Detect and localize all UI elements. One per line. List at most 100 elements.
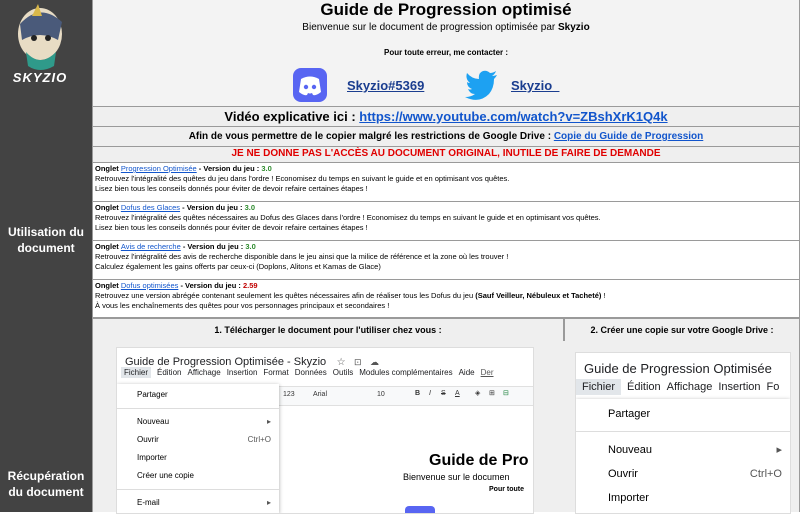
menu-item-partager[interactable]: Partager bbox=[117, 386, 279, 404]
contact-label: Pour toute erreur, me contacter : bbox=[383, 48, 509, 57]
menu-affichage[interactable]: Affichage bbox=[667, 381, 713, 393]
submenu-arrow-icon: ▸ bbox=[266, 498, 271, 507]
entry-avis-recherche: Onglet Avis de recherche - Version du je… bbox=[92, 241, 800, 280]
page-subtitle: Bienvenue sur le document de progression… bbox=[93, 22, 799, 33]
copy-row: Afin de vous permettre de le copier malg… bbox=[92, 127, 800, 147]
menu-separator bbox=[117, 408, 279, 409]
doc-title: Guide de Progression Optimisée - Skyzio bbox=[125, 356, 327, 368]
menu-insertion[interactable]: Insertion bbox=[718, 381, 760, 393]
version-badge: 3.0 bbox=[244, 203, 256, 212]
version-badge: 2.59 bbox=[242, 281, 258, 290]
menu-item-ouvrir[interactable]: Ouvrir Ctrl+O bbox=[576, 462, 790, 486]
tab-link-dofus-optimisees[interactable]: Dofus optimisées bbox=[121, 281, 179, 290]
menu-fichier[interactable]: Fichier bbox=[121, 367, 152, 378]
menu-donnees[interactable]: Données bbox=[295, 368, 327, 377]
menu-item-nouveau[interactable]: Nouveau ▸ bbox=[576, 438, 790, 462]
twitter-link[interactable]: Skyzio_ bbox=[511, 78, 559, 93]
menu-item-nouveau[interactable]: Nouveau ▸ bbox=[117, 413, 279, 431]
twitter-icon[interactable] bbox=[465, 70, 499, 100]
copy-text: Afin de vous permettre de le copier malg… bbox=[188, 131, 554, 142]
entry-desc: Retrouvez l'intégralité des avis de rech… bbox=[95, 252, 509, 261]
entry-header: Onglet Avis de recherche - Version du je… bbox=[95, 242, 256, 251]
logo-text: SKYZIO bbox=[12, 70, 68, 85]
video-link[interactable]: https://www.youtube.com/watch?v=ZBshXrK1… bbox=[359, 109, 667, 124]
sheet-contact: Pour toute bbox=[489, 486, 524, 493]
toolbar: 123 Arial 10 B I S A ◈ ⊞ ⊟ bbox=[277, 386, 533, 406]
cloud-icon[interactable]: ☁ bbox=[370, 357, 379, 367]
star-icon[interactable]: ☆ bbox=[337, 357, 346, 368]
header-box: Guide de Progression optimisé Bienvenue … bbox=[92, 0, 800, 107]
toolbar-zoom[interactable]: 123 bbox=[283, 391, 295, 398]
entry-dofus-glaces: Onglet Dofus des Glaces - Version du jeu… bbox=[92, 202, 800, 241]
menu-insertion[interactable]: Insertion bbox=[227, 368, 258, 377]
subtitle-name: Skyzio bbox=[558, 22, 590, 33]
sheet-discord-icon bbox=[405, 506, 435, 513]
entry-dofus-optimisees: Onglet Dofus optimisées - Version du jeu… bbox=[92, 280, 800, 318]
merge-icon[interactable]: ⊟ bbox=[503, 389, 509, 397]
video-row: Vidéo explicative ici : https://www.yout… bbox=[92, 107, 800, 127]
discord-link[interactable]: Skyzio#5369 bbox=[347, 78, 424, 93]
entry-header: Onglet Dofus des Glaces - Version du jeu… bbox=[95, 203, 256, 212]
copy-link[interactable]: Copie du Guide de Progression bbox=[554, 131, 703, 142]
fill-color-icon[interactable]: ◈ bbox=[475, 389, 480, 397]
version-badge: 3.0 bbox=[261, 164, 272, 173]
menu-item-importer[interactable]: Importer bbox=[117, 449, 279, 467]
tab-link-progression[interactable]: Progression Optimisée bbox=[121, 164, 197, 173]
screenshot-download: Guide de Progression Optimisée - Skyzio … bbox=[116, 347, 534, 514]
toolbar-size[interactable]: 10 bbox=[377, 391, 385, 398]
move-icon[interactable]: ⊡ bbox=[354, 357, 362, 367]
menu-format[interactable]: Fo bbox=[767, 381, 780, 393]
text-color-icon[interactable]: A bbox=[455, 390, 460, 397]
toolbar-font[interactable]: Arial bbox=[313, 391, 327, 398]
strikethrough-icon[interactable]: S bbox=[441, 390, 446, 397]
menu-item-partager[interactable]: Partager bbox=[576, 403, 790, 425]
warning-row: JE NE DONNE PAS L'ACCÈS AU DOCUMENT ORIG… bbox=[92, 147, 800, 163]
file-dropdown: Partager Nouveau ▸ Ouvrir Ctrl+O Importer … bbox=[117, 384, 279, 513]
menu-bar: Fichier Édition Affichage Insertion Fo bbox=[576, 379, 785, 395]
tab-link-avis-recherche[interactable]: Avis de recherche bbox=[121, 242, 181, 251]
shortcut-ouvrir: Ctrl+O bbox=[247, 435, 271, 444]
menu-item-creer-copie[interactable]: Créer une copie bbox=[117, 467, 279, 485]
entry-progression: Onglet Progression Optimisée - Version d… bbox=[92, 163, 800, 202]
menu-separator bbox=[117, 489, 279, 490]
entry-desc: À vous les enchaînements des quêtes pour… bbox=[95, 301, 390, 310]
submenu-arrow-icon: ▸ bbox=[776, 444, 782, 456]
menu-item-ouvrir[interactable]: Ouvrir Ctrl+O bbox=[117, 431, 279, 449]
page-title: Guide de Progression optimisé bbox=[320, 0, 572, 19]
tab-link-dofus-glaces[interactable]: Dofus des Glaces bbox=[121, 203, 180, 212]
italic-icon[interactable]: I bbox=[429, 390, 431, 397]
entry-desc: Retrouvez l'intégralité des quêtes néces… bbox=[95, 213, 601, 222]
discord-icon[interactable] bbox=[293, 68, 327, 102]
left-sidebar: SKYZIO Utilisation du document Récupérat… bbox=[0, 0, 92, 512]
sheet-title: Guide de Pro bbox=[429, 452, 529, 469]
borders-icon[interactable]: ⊞ bbox=[489, 389, 495, 397]
subtitle-text: Bienvenue sur le document de progression… bbox=[302, 22, 558, 33]
bold-icon[interactable]: B bbox=[415, 390, 420, 397]
menu-edition[interactable]: Édition bbox=[157, 368, 181, 377]
screenshot-copy: Guide de Progression Optimisée Fichier Éd… bbox=[575, 352, 791, 514]
submenu-arrow-icon: ▸ bbox=[266, 417, 271, 426]
menu-separator bbox=[576, 431, 790, 432]
menu-modules[interactable]: Modules complémentaires bbox=[359, 368, 452, 377]
menu-item-email[interactable]: E-mail ▸ bbox=[117, 494, 279, 512]
version-badge: 3.0 bbox=[245, 242, 256, 251]
menu-fichier[interactable]: Fichier bbox=[576, 379, 622, 395]
menu-item-importer[interactable]: Importer bbox=[576, 486, 790, 510]
menu-edition[interactable]: Édition bbox=[627, 381, 661, 393]
video-label: Vidéo explicative ici : bbox=[224, 109, 360, 124]
menu-affichage[interactable]: Affichage bbox=[187, 368, 220, 377]
entry-desc: Retrouvez l'intégralité des quêtes du je… bbox=[95, 174, 510, 183]
menu-aide[interactable]: Aide bbox=[459, 368, 475, 377]
warning-text: JE NE DONNE PAS L'ACCÈS AU DOCUMENT ORIG… bbox=[231, 148, 661, 159]
sheet-subtitle: Bienvenue sur le documen bbox=[403, 472, 510, 482]
menu-outils[interactable]: Outils bbox=[333, 368, 353, 377]
step-download-header: 1. Télécharger le document pour l'utilis… bbox=[92, 318, 564, 342]
entry-desc: Lisez bien tous les conseils donnés pour… bbox=[95, 223, 368, 232]
section-label-recovery: Récupération du document bbox=[7, 469, 85, 499]
menu-bar: Fichier Édition Affichage Insertion Format Do… bbox=[121, 367, 500, 378]
menu-format[interactable]: Format bbox=[263, 368, 288, 377]
main-content: Guide de Progression optimisé Bienvenue … bbox=[92, 0, 800, 514]
menu-der[interactable]: Der bbox=[481, 368, 494, 377]
entry-desc: Calculez également les gains offerts par… bbox=[95, 262, 381, 271]
doc-title: Guide de Progression Optimisée bbox=[584, 361, 772, 376]
